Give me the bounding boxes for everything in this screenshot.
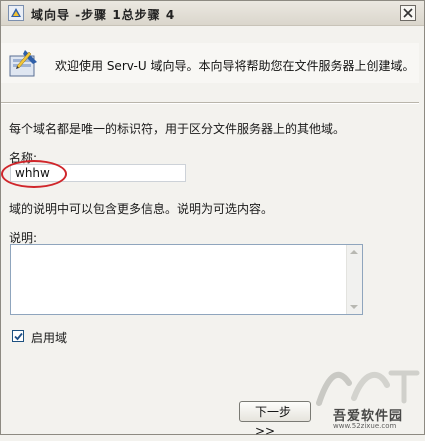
serv-u-app-icon (8, 5, 24, 21)
checkmark-icon (14, 332, 23, 341)
close-icon (403, 8, 413, 18)
enable-domain-checkbox[interactable] (12, 330, 24, 342)
scroll-up-arrow-icon[interactable] (350, 250, 358, 254)
wizard-server-icon (9, 50, 37, 77)
welcome-text: 欢迎使用 Serv-U 域向导。本向导将帮助您在文件服务器上创建域。 (55, 59, 415, 73)
domain-name-intro: 每个域名都是唯一的标识符，用于区分文件服务器上的其他域。 (9, 122, 346, 136)
domain-name-input[interactable] (10, 164, 186, 182)
next-button[interactable]: 下一步>> (239, 401, 311, 438)
description-textarea[interactable] (10, 244, 363, 315)
header-divider (1, 102, 419, 104)
window-title: 域向导 -步骤 1总步骤 4 (31, 8, 176, 22)
watermark-url: www.52zixue.com (333, 422, 397, 430)
welcome-banner: 欢迎使用 Serv-U 域向导。本向导将帮助您在文件服务器上创建域。 (1, 43, 419, 83)
close-button[interactable] (400, 5, 416, 21)
scroll-down-arrow-icon[interactable] (350, 305, 358, 309)
wizard-window: 域向导 -步骤 1总步骤 4 欢迎使用 Serv-U 域向导。本向导将帮助您在文… (0, 0, 425, 438)
description-intro: 域的说明中可以包含更多信息。说明为可选内容。 (9, 202, 274, 216)
description-scrollbar[interactable] (346, 245, 362, 314)
title-bar: 域向导 -步骤 1总步骤 4 (1, 1, 424, 26)
enable-domain-label: 启用域 (31, 331, 68, 345)
